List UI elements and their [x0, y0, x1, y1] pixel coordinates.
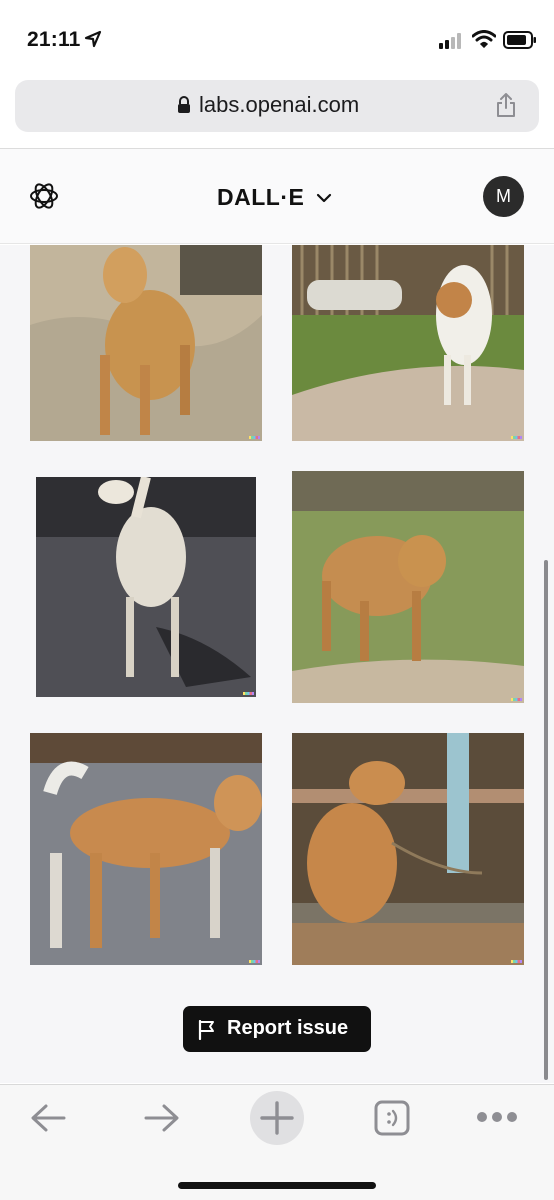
- url-text: labs.openai.com: [199, 92, 360, 117]
- location-arrow-icon: [84, 30, 102, 53]
- browser-toolbar: [0, 1084, 554, 1200]
- back-arrow-icon[interactable]: [28, 1102, 68, 1139]
- home-indicator[interactable]: [178, 1182, 376, 1189]
- scrollbar[interactable]: [544, 560, 548, 1080]
- tabs-icon[interactable]: [374, 1100, 410, 1141]
- status-time: 21:11: [27, 28, 81, 51]
- app-title[interactable]: DALL·E: [217, 184, 304, 211]
- share-icon[interactable]: [495, 92, 517, 123]
- openai-logo-icon[interactable]: [28, 180, 60, 217]
- report-issue-label: Report issue: [227, 1017, 349, 1039]
- report-issue-button[interactable]: Report issue: [183, 1006, 371, 1052]
- app-header: DALL·E M: [0, 149, 554, 244]
- flag-icon: [198, 1019, 216, 1045]
- new-tab-plus-icon[interactable]: [259, 1100, 295, 1141]
- more-icon[interactable]: [476, 1110, 518, 1129]
- wifi-icon: [471, 30, 497, 53]
- lock-icon: [177, 96, 191, 119]
- status-bar: 21:11: [0, 0, 554, 78]
- dog-image-3[interactable]: [36, 477, 256, 697]
- dog-image-1[interactable]: [30, 245, 262, 441]
- avatar[interactable]: M: [483, 176, 524, 217]
- address-bar[interactable]: labs.openai.com: [15, 80, 539, 132]
- image-gallery: Report issue: [0, 245, 554, 1083]
- dog-image-6[interactable]: [292, 733, 524, 965]
- forward-arrow-icon[interactable]: [142, 1102, 182, 1139]
- chevron-down-icon[interactable]: [316, 191, 332, 209]
- battery-icon: [503, 31, 537, 54]
- dog-image-5[interactable]: [30, 733, 262, 965]
- cellular-signal-icon: [439, 33, 465, 54]
- dog-image-4[interactable]: [292, 471, 524, 703]
- dog-image-2[interactable]: [292, 245, 524, 441]
